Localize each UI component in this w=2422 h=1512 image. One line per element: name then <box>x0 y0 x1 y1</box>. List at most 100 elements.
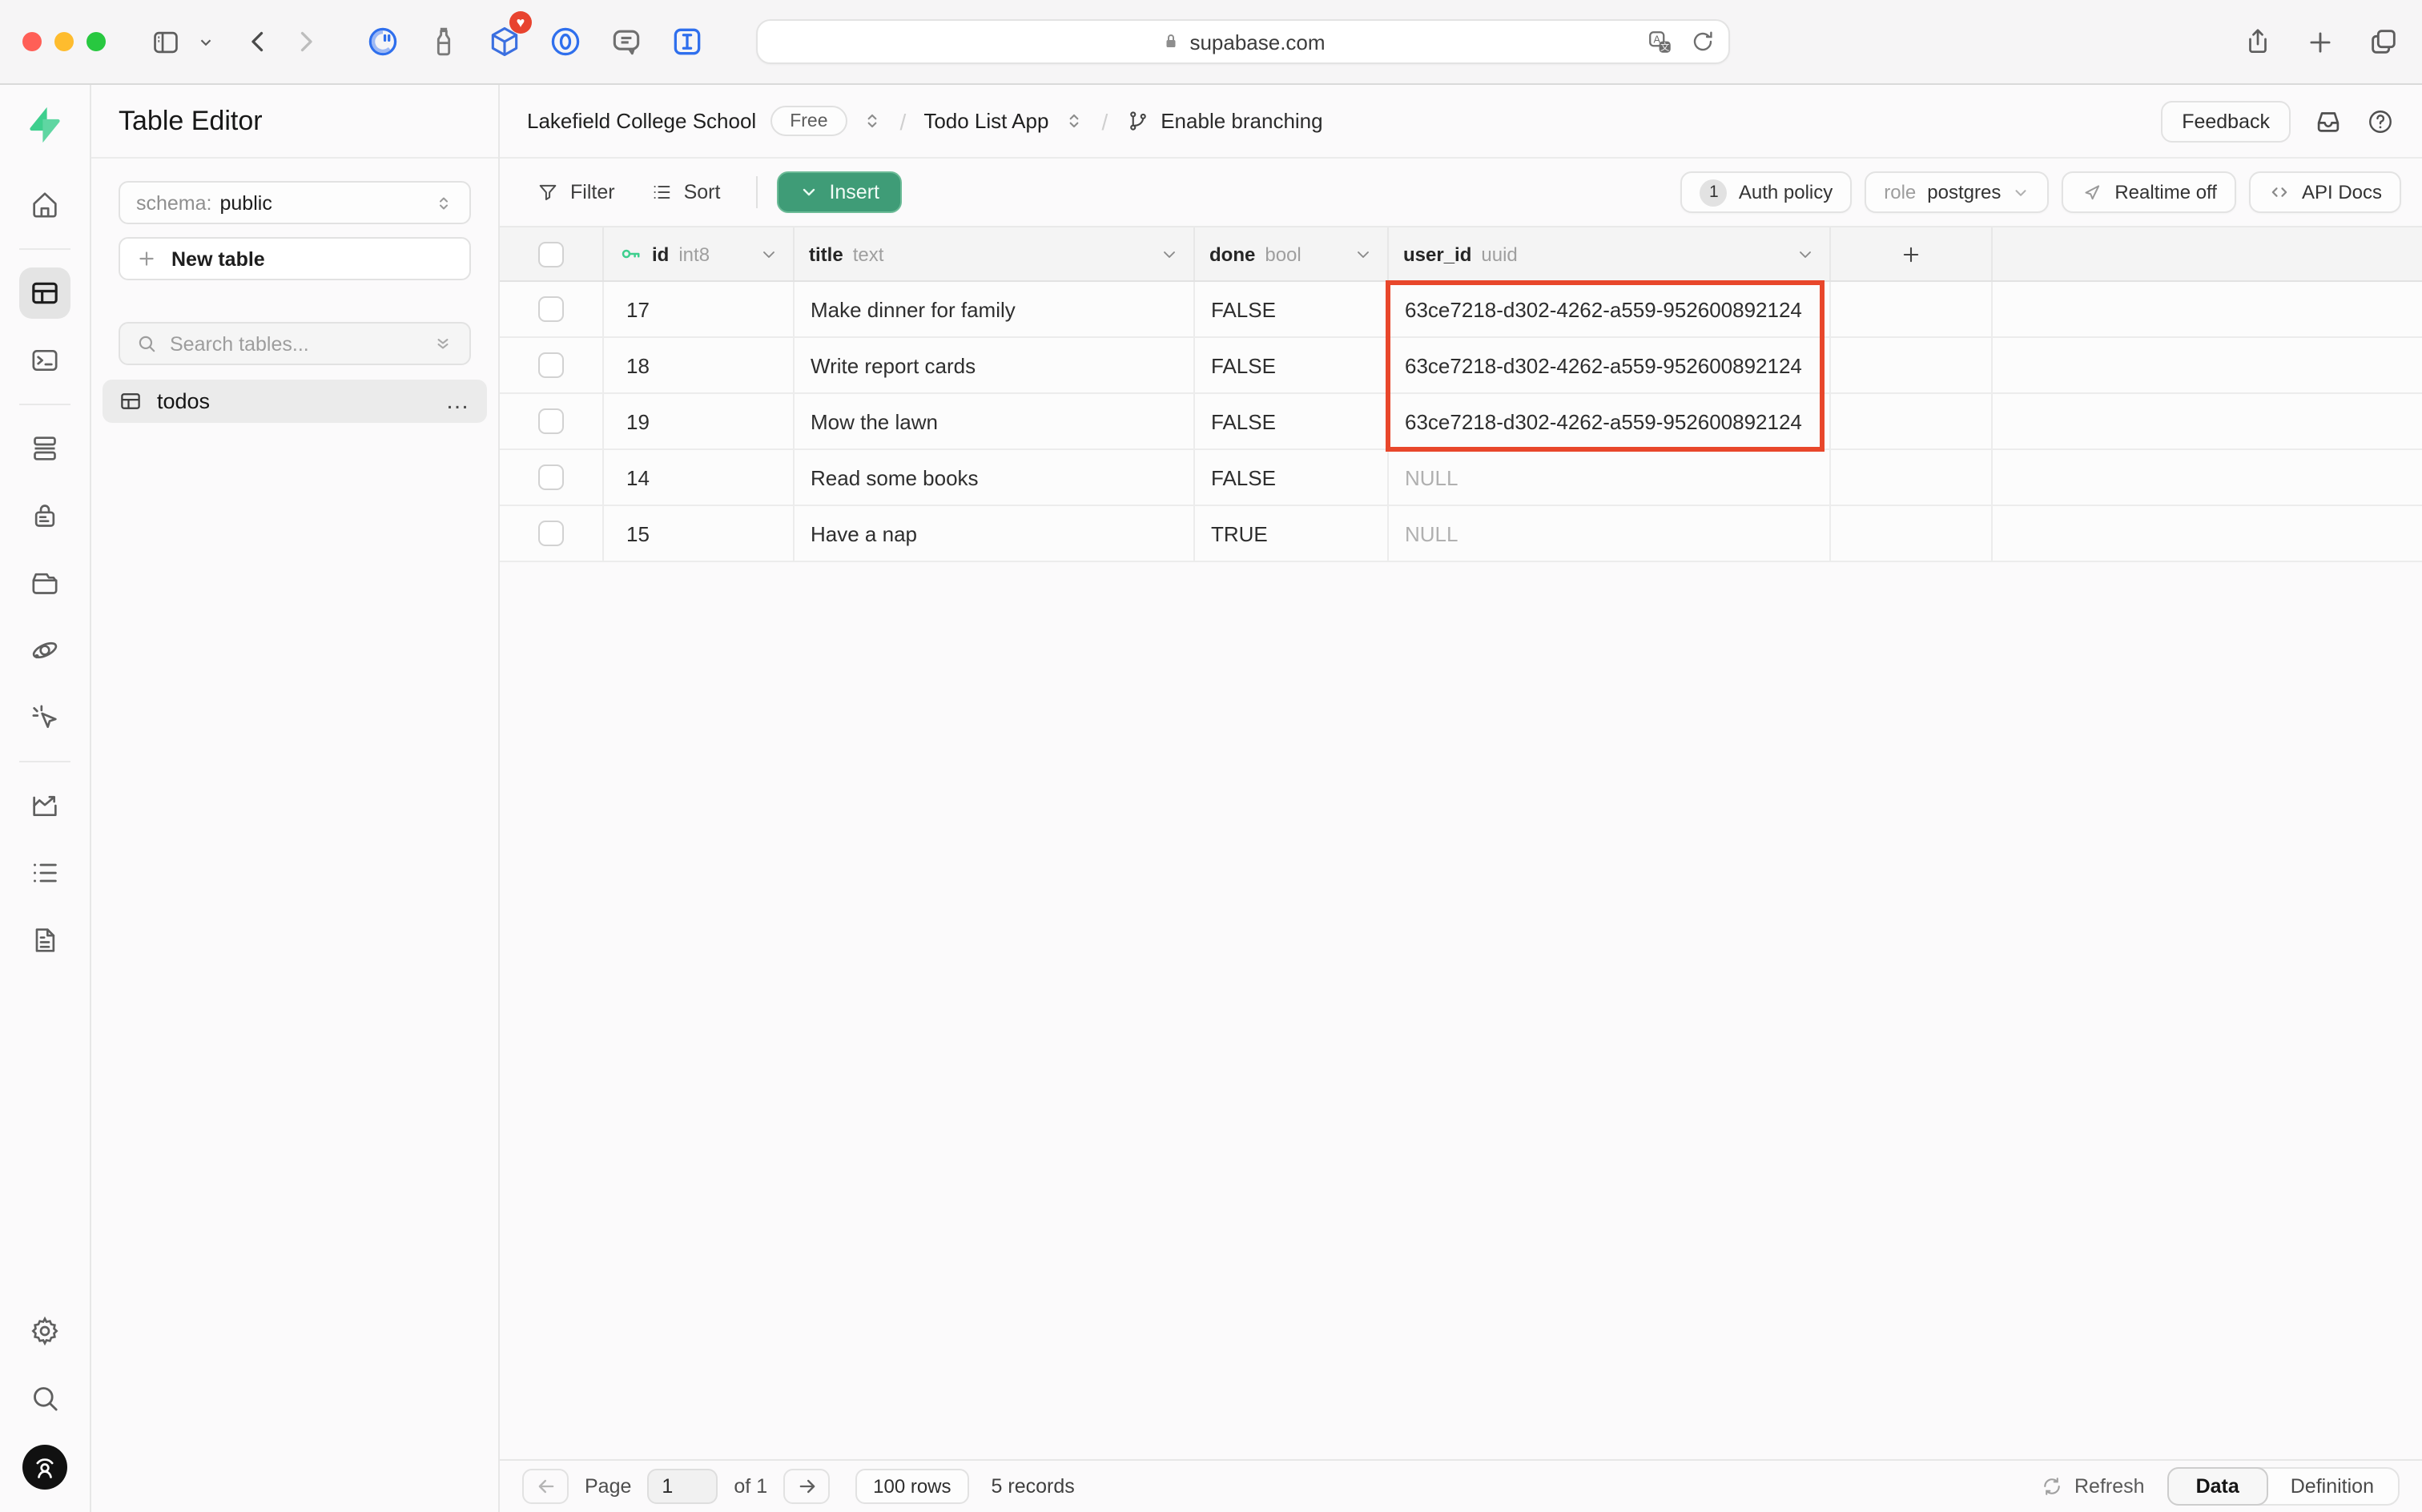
cell-done[interactable]: FALSE <box>1195 338 1389 392</box>
search-tables-input[interactable]: Search tables... <box>119 322 471 365</box>
sidebar-item-todos-table[interactable]: todos … <box>103 380 487 423</box>
rail-item-reports[interactable] <box>19 780 70 831</box>
sidebar-chevron-icon[interactable] <box>189 18 221 66</box>
sort-button[interactable]: Sort <box>634 171 737 213</box>
supabase-logo[interactable] <box>24 104 66 146</box>
api-docs-button[interactable]: API Docs <box>2249 171 2401 213</box>
share-icon[interactable] <box>2243 26 2273 58</box>
tab-overview-icon[interactable] <box>2368 26 2400 58</box>
column-header-id[interactable]: id int8 <box>604 227 795 280</box>
chevrons-up-down-icon[interactable] <box>1063 111 1084 131</box>
column-header-done[interactable]: done bool <box>1195 227 1389 280</box>
zoom-window-button[interactable] <box>86 32 106 51</box>
rail-item-edge-functions[interactable] <box>19 625 70 676</box>
account-avatar[interactable] <box>22 1445 67 1490</box>
cell-title[interactable]: Read some books <box>795 450 1195 505</box>
cell-title[interactable]: Mow the lawn <box>795 394 1195 448</box>
timer-extension-icon[interactable] <box>359 18 407 66</box>
sidebar-toggle-icon[interactable] <box>141 18 189 66</box>
new-tab-icon[interactable] <box>2305 26 2336 57</box>
inbox-icon[interactable] <box>2313 106 2344 136</box>
schema-select[interactable]: schema: public <box>119 181 471 224</box>
plus-icon <box>1900 243 1922 265</box>
cell-id[interactable]: 15 <box>604 506 795 561</box>
address-bar[interactable]: supabase.com A文 <box>756 19 1730 64</box>
rail-item-settings[interactable] <box>19 1305 70 1357</box>
rail-item-sql-editor[interactable] <box>19 335 70 386</box>
rows-per-page-button[interactable]: 100 rows <box>855 1469 968 1504</box>
filter-button[interactable]: Filter <box>521 171 631 213</box>
rail-item-home[interactable] <box>19 179 70 231</box>
cell-user-id[interactable]: 63ce7218-d302-4262-a559-952600892124 <box>1389 338 1831 392</box>
breadcrumb-org-name[interactable]: Lakefield College School <box>527 109 756 133</box>
translate-icon[interactable]: A文 <box>1647 28 1674 55</box>
rail-item-search[interactable] <box>19 1373 70 1424</box>
new-table-button[interactable]: New table <box>119 237 471 280</box>
box-extension-icon[interactable]: ♥ <box>481 18 529 66</box>
cell-title[interactable]: Write report cards <box>795 338 1195 392</box>
help-icon[interactable] <box>2366 107 2395 135</box>
cell-user-id[interactable]: 63ce7218-d302-4262-a559-952600892124 <box>1389 394 1831 448</box>
chat-extension-icon[interactable] <box>602 18 650 66</box>
refresh-button[interactable]: Refresh <box>2041 1475 2145 1498</box>
cell-user-id-null[interactable]: NULL <box>1389 450 1831 505</box>
instapaper-extension-icon[interactable] <box>663 18 711 66</box>
cell-id[interactable]: 17 <box>604 282 795 336</box>
rail-item-api-docs[interactable] <box>19 915 70 966</box>
cell-id[interactable]: 18 <box>604 338 795 392</box>
cell-done[interactable]: TRUE <box>1195 506 1389 561</box>
next-page-button[interactable] <box>783 1469 830 1504</box>
cell-done[interactable]: FALSE <box>1195 282 1389 336</box>
cell-title[interactable]: Make dinner for family <box>795 282 1195 336</box>
column-header-title[interactable]: title text <box>795 227 1195 280</box>
cell-done[interactable]: FALSE <box>1195 394 1389 448</box>
insert-button[interactable]: Insert <box>776 171 902 213</box>
table-editor-sidebar: Table Editor schema: public New table Se… <box>91 85 500 1512</box>
circle-zero-extension-icon[interactable] <box>541 18 589 66</box>
table-options-icon[interactable]: … <box>445 393 471 409</box>
column-header-user-id[interactable]: user_id uuid <box>1389 227 1831 280</box>
chevron-down-icon[interactable] <box>1796 244 1815 263</box>
rail-item-table-editor[interactable] <box>19 267 70 319</box>
rail-item-storage[interactable] <box>19 557 70 609</box>
reload-icon[interactable] <box>1690 29 1716 54</box>
rail-item-realtime[interactable] <box>19 692 70 743</box>
rail-item-auth[interactable] <box>19 490 70 541</box>
row-checkbox[interactable] <box>538 521 564 546</box>
row-checkbox[interactable] <box>538 296 564 322</box>
chevron-down-icon[interactable] <box>759 244 778 263</box>
cell-id[interactable]: 14 <box>604 450 795 505</box>
feedback-button[interactable]: Feedback <box>2161 100 2291 142</box>
rail-item-logs[interactable] <box>19 847 70 899</box>
add-column-button[interactable] <box>1831 227 1993 280</box>
spray-bottle-extension-icon[interactable] <box>420 18 468 66</box>
row-checkbox[interactable] <box>538 352 564 378</box>
cell-user-id-null[interactable]: NULL <box>1389 506 1831 561</box>
row-checkbox[interactable] <box>538 408 564 434</box>
forward-button[interactable] <box>282 18 330 66</box>
chevron-down-icon[interactable] <box>1160 244 1179 263</box>
breadcrumb-project-name[interactable]: Todo List App <box>923 109 1048 133</box>
row-checkbox[interactable] <box>538 464 564 490</box>
back-button[interactable] <box>234 18 282 66</box>
close-window-button[interactable] <box>22 32 42 51</box>
tab-data[interactable]: Data <box>2167 1467 2268 1506</box>
home-icon <box>29 189 61 221</box>
chevron-down-icon[interactable] <box>1354 244 1373 263</box>
enable-branching-button[interactable]: Enable branching <box>1125 109 1322 133</box>
select-all-checkbox[interactable] <box>538 241 564 267</box>
tab-definition[interactable]: Definition <box>2267 1469 2398 1504</box>
minimize-window-button[interactable] <box>54 32 74 51</box>
auth-lock-icon <box>29 500 61 532</box>
role-select[interactable]: role postgres <box>1865 171 2049 213</box>
rail-item-database[interactable] <box>19 423 70 474</box>
page-number-input[interactable] <box>647 1469 718 1504</box>
cell-done[interactable]: FALSE <box>1195 450 1389 505</box>
previous-page-button[interactable] <box>522 1469 569 1504</box>
cell-title[interactable]: Have a nap <box>795 506 1195 561</box>
chevrons-up-down-icon[interactable] <box>862 111 883 131</box>
cell-user-id[interactable]: 63ce7218-d302-4262-a559-952600892124 <box>1389 282 1831 336</box>
auth-policy-button[interactable]: 1 Auth policy <box>1681 171 1852 213</box>
realtime-toggle-button[interactable]: Realtime off <box>2062 171 2236 213</box>
cell-id[interactable]: 19 <box>604 394 795 448</box>
